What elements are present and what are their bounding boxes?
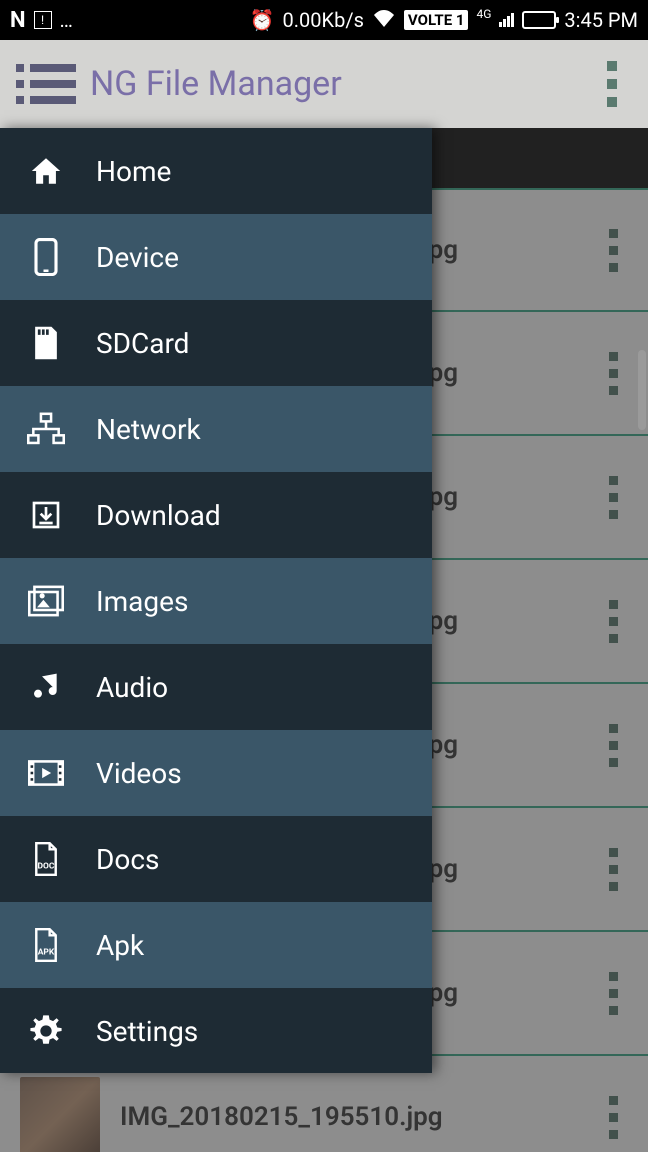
drawer-item-label: SDCard (96, 327, 189, 360)
videos-icon (26, 753, 66, 793)
volte-badge: VOLTE 1 (404, 10, 469, 30)
signal-4g-label: 4G (476, 7, 491, 21)
drawer-item-settings[interactable]: Settings (0, 988, 432, 1074)
drawer-item-home[interactable]: Home (0, 128, 432, 214)
drawer-item-sdcard[interactable]: SDCard (0, 300, 432, 386)
drawer-item-label: Apk (96, 929, 144, 962)
more-notifications-icon: … (60, 8, 75, 32)
apk-icon: APK (26, 925, 66, 965)
settings-icon (26, 1011, 66, 1051)
docs-icon: DOC (26, 839, 66, 879)
status-bar: N ! … ⏰ 0.00Kb/s VOLTE 1 4G 3:45 PM (0, 0, 648, 40)
clock-time: 3:45 PM (564, 8, 638, 32)
home-icon (26, 151, 66, 191)
sdcard-icon (26, 323, 66, 363)
drawer-item-label: Docs (96, 843, 159, 876)
app-bar: NG File Manager (0, 40, 648, 128)
svg-text:APK: APK (38, 948, 55, 958)
device-icon (26, 237, 66, 277)
alarm-icon: ⏰ (250, 8, 275, 32)
content-area: .jpg.jpg.jpg.jpg.jpg.jpg.jpgIMG_20180215… (0, 128, 648, 1152)
drawer-item-label: Settings (96, 1015, 198, 1048)
drawer-item-label: Home (96, 155, 171, 188)
drawer-item-images[interactable]: Images (0, 558, 432, 644)
drawer-item-network[interactable]: Network (0, 386, 432, 472)
drawer-item-docs[interactable]: DOC Docs (0, 816, 432, 902)
svg-text:DOC: DOC (38, 862, 55, 872)
audio-icon (26, 667, 66, 707)
notification-icon: ! (34, 11, 52, 29)
drawer-item-device[interactable]: Device (0, 214, 432, 300)
drawer-item-label: Network (96, 413, 201, 446)
drawer-item-label: Images (96, 585, 188, 618)
drawer-item-apk[interactable]: APK Apk (0, 902, 432, 988)
drawer-item-download[interactable]: Download (0, 472, 432, 558)
hamburger-menu-icon[interactable] (16, 64, 76, 104)
images-icon (26, 581, 66, 621)
navigation-drawer: Home Device SDCard Network Download Images Aud… (0, 128, 432, 1073)
wifi-icon (372, 7, 396, 33)
network-speed: 0.00Kb/s (283, 8, 364, 32)
drawer-item-label: Device (96, 241, 179, 274)
network-icon (26, 409, 66, 449)
drawer-item-videos[interactable]: Videos (0, 730, 432, 816)
signal-icon (499, 13, 514, 27)
drawer-item-label: Videos (96, 757, 182, 790)
app-title: NG File Manager (90, 64, 342, 104)
status-right: ⏰ 0.00Kb/s VOLTE 1 4G 3:45 PM (250, 7, 638, 33)
drawer-item-audio[interactable]: Audio (0, 644, 432, 730)
drawer-item-label: Audio (96, 671, 168, 704)
status-left: N ! … (10, 8, 75, 33)
download-icon (26, 495, 66, 535)
android-n-icon: N (10, 8, 26, 33)
drawer-item-label: Download (96, 499, 221, 532)
scrollbar-indicator (638, 350, 646, 430)
overflow-menu-icon[interactable] (592, 61, 632, 107)
battery-icon (522, 11, 556, 29)
